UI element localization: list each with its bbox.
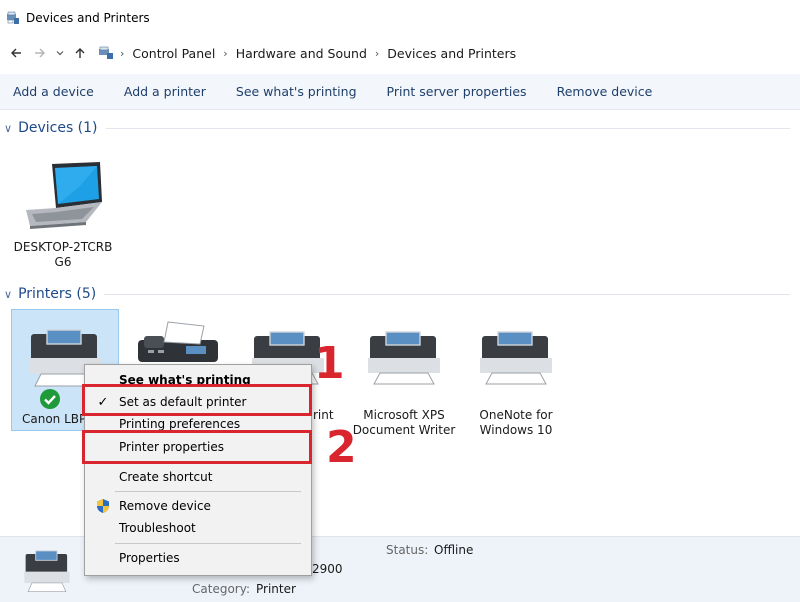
- remove-device-button[interactable]: Remove device: [550, 84, 660, 99]
- device-name-line1: DESKTOP-2TCRB: [13, 240, 113, 254]
- details-category-label: Category:: [192, 582, 250, 596]
- breadcrumb-control-panel[interactable]: Control Panel: [128, 46, 219, 61]
- printer-name-line1: OneNote for: [479, 408, 553, 422]
- printer-icon: [480, 331, 552, 385]
- breadcrumb-hardware-and-sound[interactable]: Hardware and Sound: [232, 46, 371, 61]
- title-bar: Devices and Printers: [0, 0, 800, 36]
- collapse-chevron-icon[interactable]: ∨: [4, 288, 12, 301]
- up-arrow-icon[interactable]: [70, 43, 90, 63]
- callout-number-1: 1: [314, 338, 345, 389]
- add-device-button[interactable]: Add a device: [6, 84, 101, 99]
- breadcrumb-devices-and-printers[interactable]: Devices and Printers: [383, 46, 520, 61]
- menu-separator: [115, 491, 301, 492]
- printer-tile-microsoft-xps[interactable]: Microsoft XPS Document Writer: [352, 330, 456, 438]
- devices-group-label: Devices (1): [18, 120, 98, 136]
- print-server-properties-button[interactable]: Print server properties: [380, 84, 534, 99]
- menu-item-label: Troubleshoot: [119, 521, 196, 535]
- menu-separator: [115, 543, 301, 544]
- collapse-chevron-icon[interactable]: ∨: [4, 122, 12, 135]
- fax-icon: [138, 321, 218, 362]
- control-panel-icon: [99, 46, 113, 59]
- devices-printers-icon: [7, 11, 19, 24]
- callout-number-2: 2: [326, 422, 357, 473]
- group-divider: [105, 127, 790, 129]
- printer-tile-fax[interactable]: [130, 318, 226, 366]
- menu-item-label: Remove device: [119, 499, 211, 513]
- breadcrumb-separator: ›: [374, 46, 380, 60]
- printer-icon: [368, 331, 440, 385]
- device-tile-desktop[interactable]: DESKTOP-2TCRB G6: [8, 158, 118, 270]
- details-status-label: Status:: [386, 543, 429, 557]
- menu-item-troubleshoot[interactable]: Troubleshoot: [85, 517, 311, 539]
- laptop-icon: [26, 162, 102, 229]
- details-model: 2900: [312, 562, 343, 576]
- group-divider: [104, 293, 790, 295]
- menu-item-remove-device[interactable]: Remove device: [85, 495, 311, 517]
- menu-item-label: Properties: [119, 551, 180, 565]
- details-status-value: Offline: [434, 543, 474, 557]
- callout-box-printer-properties: [82, 430, 312, 464]
- shield-icon: [95, 498, 111, 514]
- breadcrumb-separator: ›: [120, 46, 125, 60]
- window-title: Devices and Printers: [26, 11, 150, 25]
- forward-arrow-icon[interactable]: [30, 43, 50, 63]
- printer-name-canon: Canon LBP: [22, 412, 87, 426]
- callout-box-set-default: [82, 384, 312, 416]
- default-check-icon: [40, 389, 60, 409]
- breadcrumb-separator: ›: [223, 46, 228, 60]
- device-name-line2: G6: [54, 255, 72, 269]
- command-bar: Add a device Add a printer See what's pr…: [0, 74, 800, 110]
- breadcrumb: › Control Panel › Hardware and Sound › D…: [98, 46, 520, 61]
- recent-locations-chevron-icon[interactable]: [54, 43, 66, 63]
- add-printer-button[interactable]: Add a printer: [117, 84, 213, 99]
- printer-icon: [24, 550, 70, 593]
- see-whats-printing-button[interactable]: See what's printing: [229, 84, 364, 99]
- printer-name-line2: Document Writer: [352, 423, 456, 437]
- menu-item-label: Printing preferences: [119, 417, 241, 431]
- menu-item-properties[interactable]: Properties: [85, 547, 311, 569]
- back-arrow-icon[interactable]: [6, 43, 26, 63]
- printers-group-header[interactable]: ∨ Printers (5): [0, 286, 800, 302]
- details-category-value: Printer: [256, 582, 296, 596]
- printer-name-line1: Microsoft XPS: [363, 408, 445, 422]
- address-bar: › Control Panel › Hardware and Sound › D…: [0, 38, 800, 68]
- printer-tile-onenote[interactable]: OneNote for Windows 10: [464, 330, 568, 438]
- printer-name-third: rint: [313, 408, 334, 422]
- menu-item-create-shortcut[interactable]: Create shortcut: [85, 466, 311, 488]
- printer-name-line2: Windows 10: [479, 423, 553, 437]
- printers-group-label: Printers (5): [18, 286, 97, 302]
- devices-group-header[interactable]: ∨ Devices (1): [0, 120, 800, 136]
- menu-item-label: Create shortcut: [119, 470, 213, 484]
